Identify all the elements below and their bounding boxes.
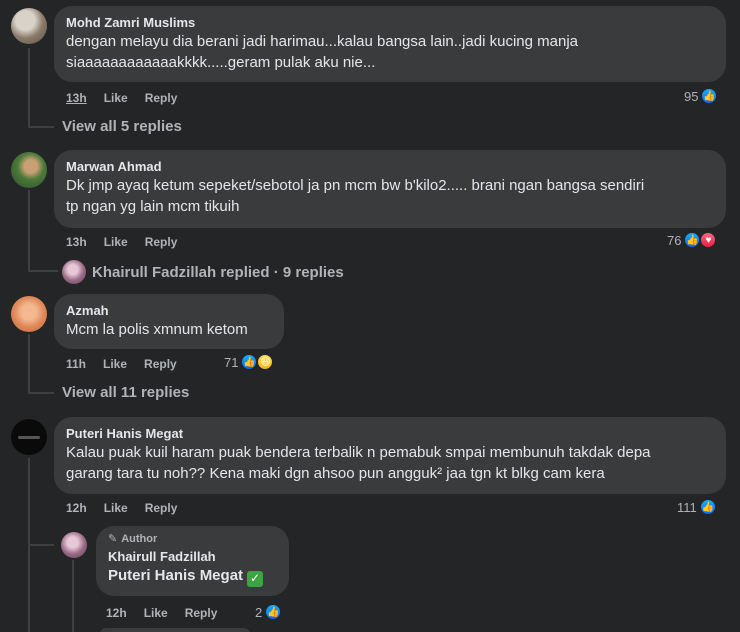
comment-text: Dk jmp ayaq ketum sepeket/sebotol ja pn … (66, 177, 645, 194)
timestamp[interactable]: 13h (66, 91, 87, 105)
commenter-name[interactable]: Azmah (66, 302, 272, 319)
comment-bubble: Puteri Hanis Megat Kalau puak kuil haram… (54, 417, 726, 494)
like-icon: 👍 (698, 498, 717, 516)
reaction-summary[interactable]: 76 👍 ♥ (667, 231, 718, 249)
check-mark-icon: ✓ (247, 570, 264, 587)
avatar[interactable] (11, 8, 47, 44)
comment-text: garang tara tu noh?? Kena maki dgn ahsoo… (66, 465, 605, 482)
reaction-count: 76 (667, 232, 682, 248)
reaction-summary[interactable]: 2 👍 (255, 603, 283, 621)
reaction-count: 2 (255, 604, 263, 620)
author-badge: ✎ Author (108, 532, 277, 546)
comment-text: Mcm la polis xmnum ketom (66, 321, 248, 338)
thread-line (28, 544, 54, 546)
replies-text: View all 5 replies (62, 118, 182, 135)
timestamp[interactable]: 13h (66, 235, 87, 249)
reply-button[interactable]: Reply (185, 606, 218, 620)
comment-actions: 13h Like Reply (66, 235, 177, 249)
timestamp[interactable]: 12h (66, 501, 87, 515)
reply-button[interactable]: Reply (145, 91, 178, 105)
comment-text: tp ngan yg lain mcm tikuih (66, 198, 240, 215)
author-label: Author (121, 533, 158, 545)
replies-text: View all 11 replies (62, 384, 190, 401)
commenter-name[interactable]: Puteri Hanis Megat (66, 425, 714, 442)
reply-avatar (62, 260, 86, 284)
reply-button[interactable]: Reply (145, 501, 178, 515)
timestamp[interactable]: 12h (106, 606, 127, 620)
commenter-name[interactable]: Mohd Zamri Muslims (66, 14, 714, 31)
reaction-summary[interactable]: 111 👍 (677, 498, 717, 516)
reply-button[interactable]: Reply (144, 357, 177, 371)
commenter-name[interactable]: Marwan Ahmad (66, 158, 714, 175)
avatar[interactable] (11, 419, 47, 455)
thread-line (28, 334, 30, 394)
reaction-count: 111 (677, 499, 697, 515)
comment-bubble: Mohd Zamri Muslims dengan melayu dia ber… (54, 6, 726, 82)
reaction-summary[interactable]: 95 👍 (684, 87, 719, 105)
thread-line (72, 560, 74, 632)
view-replies-link[interactable]: View all 11 replies (62, 384, 189, 401)
like-button[interactable]: Like (103, 357, 127, 371)
view-replies-link[interactable]: View all 5 replies (62, 118, 182, 135)
thread-line (28, 48, 30, 128)
view-replies-link[interactable]: Khairull Fadzillah replied · 9 replies (62, 260, 344, 284)
comment-actions: 11h Like Reply (66, 357, 177, 371)
pencil-icon: ✎ (108, 533, 118, 545)
haha-icon: 😆 (256, 353, 275, 371)
reply-button[interactable]: Reply (145, 235, 178, 249)
comment-text: dengan melayu dia berani jadi harimau...… (66, 33, 578, 50)
comment-bubble: Marwan Ahmad Dk jmp ayaq ketum sepeket/s… (54, 150, 726, 228)
love-icon: ♥ (699, 231, 718, 249)
thread-line (28, 190, 30, 272)
avatar[interactable] (11, 152, 47, 188)
avatar[interactable] (61, 532, 87, 558)
timestamp[interactable]: 11h (66, 357, 86, 371)
like-button[interactable]: Like (104, 91, 128, 105)
replies-text: Khairull Fadzillah replied · 9 replies (92, 263, 344, 281)
thread-line (28, 270, 58, 272)
comment-text: Kalau puak kuil haram puak bendera terba… (66, 444, 651, 461)
comment-text: siaaaaaaaaaaaakkkk.....geram pulak aku n… (66, 54, 376, 71)
reply-bubble: ✎ Author Khairull Fadzillah Puteri Hanis… (96, 526, 289, 596)
like-button[interactable]: Like (104, 235, 128, 249)
like-button[interactable]: Like (104, 501, 128, 515)
reaction-summary[interactable]: 71 👍 😆 (224, 353, 275, 371)
next-reply-bubble (100, 628, 250, 632)
mention-line: Puteri Hanis Megat ✓ (108, 565, 277, 587)
reaction-count: 95 (684, 88, 699, 104)
like-button[interactable]: Like (144, 606, 168, 620)
thread-line (28, 126, 54, 128)
avatar[interactable] (11, 296, 47, 332)
like-icon: 👍 (264, 603, 283, 621)
reaction-count: 71 (224, 354, 239, 370)
comment-actions: 12h Like Reply (66, 501, 177, 515)
mention-link[interactable]: Puteri Hanis Megat (108, 567, 243, 584)
like-icon: 👍 (700, 87, 719, 105)
commenter-name[interactable]: Khairull Fadzillah (108, 548, 277, 565)
comment-actions: 13h Like Reply (66, 91, 177, 105)
comment-bubble: Azmah Mcm la polis xmnum ketom (54, 294, 284, 349)
reply-actions: 12h Like Reply (106, 606, 217, 620)
thread-line (28, 392, 54, 394)
